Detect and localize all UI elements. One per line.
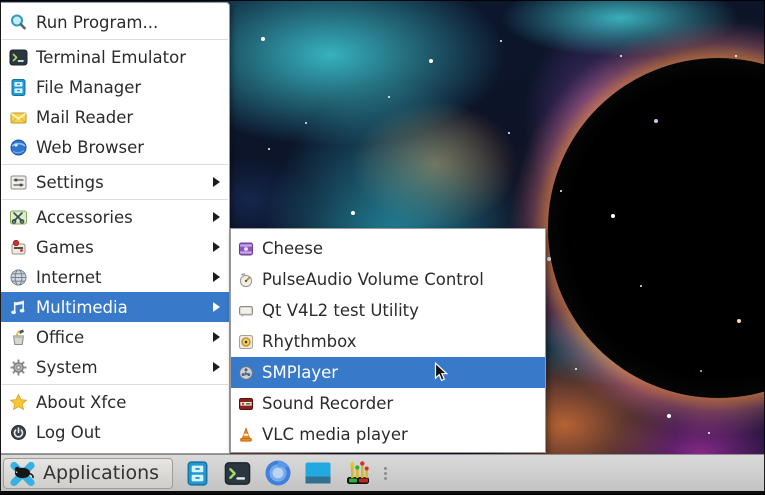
submenu-arrow-icon [213, 177, 220, 187]
file-manager-icon [184, 460, 211, 487]
submenu-arrow-icon [213, 302, 220, 312]
submenu-arrow-icon [213, 332, 220, 342]
menu-item-label: Terminal Emulator [36, 48, 220, 67]
run-program-icon [9, 13, 28, 32]
submenu-item-cheese[interactable]: Cheese [231, 233, 545, 264]
menu-item-log-out[interactable]: Log Out [1, 417, 229, 447]
menu-separator [2, 199, 228, 200]
desktop-icon [304, 459, 332, 487]
submenu-item-label: VLC media player [262, 425, 533, 444]
terminal-launcher[interactable] [222, 458, 253, 489]
terminal-icon [224, 460, 251, 487]
menu-item-label: Mail Reader [36, 108, 220, 127]
menu-item-mail-reader[interactable]: Mail Reader [1, 102, 229, 132]
menu-separator [2, 164, 228, 165]
menu-item-office[interactable]: Office [1, 322, 229, 352]
submenu-item-pulseaudio-volume-control[interactable]: PulseAudio Volume Control [231, 264, 545, 295]
menu-item-label: System [36, 358, 205, 377]
menu-item-label: Office [36, 328, 205, 347]
menu-item-internet[interactable]: Internet [1, 262, 229, 292]
submenu-item-sound-recorder[interactable]: Sound Recorder [231, 388, 545, 419]
cheese-icon [238, 241, 254, 257]
multimedia-submenu: Cheese PulseAudio Volume Control Qt V4L2… [230, 228, 546, 453]
accessories-icon [9, 208, 28, 227]
menu-separator [2, 384, 228, 385]
rhythmbox-icon [238, 334, 254, 350]
web-browser-icon [9, 138, 28, 157]
menu-item-label: Multimedia [36, 298, 205, 317]
file-manager-launcher[interactable] [182, 458, 213, 489]
menu-item-web-browser[interactable]: Web Browser [1, 132, 229, 162]
qt-v4l2-icon [238, 303, 254, 319]
games-icon [9, 238, 28, 257]
taskbar: Applications [0, 454, 765, 495]
pulseaudio-icon [238, 272, 254, 288]
settings-icon [9, 173, 28, 192]
terminal-icon [9, 48, 28, 67]
menu-item-settings[interactable]: Settings [1, 167, 229, 197]
chromium-icon [264, 459, 292, 487]
applications-button[interactable]: Applications [3, 458, 173, 489]
menu-item-label: Log Out [36, 423, 220, 442]
smplayer-icon [238, 365, 254, 381]
submenu-item-vlc-media-player[interactable]: VLC media player [231, 419, 545, 450]
submenu-item-label: SMPlayer [262, 363, 533, 382]
submenu-item-qt-v4l2-test-utility[interactable]: Qt V4L2 test Utility [231, 295, 545, 326]
menu-item-system[interactable]: System [1, 352, 229, 382]
menu-item-run-program[interactable]: Run Program... [1, 7, 229, 37]
menu-item-label: About Xfce [36, 393, 220, 412]
desktop: Run Program... Terminal Emulator File Ma… [0, 0, 765, 495]
applications-menu: Run Program... Terminal Emulator File Ma… [0, 2, 230, 454]
log-out-icon [9, 423, 28, 442]
multimedia-icon [9, 298, 28, 317]
submenu-item-label: Rhythmbox [262, 332, 533, 351]
sound-recorder-icon [238, 396, 254, 412]
submenu-item-label: Cheese [262, 239, 533, 258]
applications-button-label: Applications [43, 462, 159, 484]
mouse-cursor [434, 362, 450, 384]
menu-item-about-xfce[interactable]: About Xfce [1, 387, 229, 417]
submenu-arrow-icon [213, 212, 220, 222]
file-manager-icon [9, 78, 28, 97]
submenu-item-smplayer[interactable]: SMPlayer [231, 357, 545, 388]
panel-grip-handle[interactable] [384, 467, 387, 480]
submenu-item-rhythmbox[interactable]: Rhythmbox [231, 326, 545, 357]
internet-icon [9, 268, 28, 287]
menu-item-accessories[interactable]: Accessories [1, 202, 229, 232]
menu-item-terminal-emulator[interactable]: Terminal Emulator [1, 42, 229, 72]
submenu-arrow-icon [213, 242, 220, 252]
system-gear-icon [9, 358, 28, 377]
office-icon [9, 328, 28, 347]
vlc-icon [238, 427, 254, 443]
web-browser-launcher[interactable] [262, 458, 293, 489]
desktop-launcher[interactable] [302, 458, 333, 489]
submenu-item-label: PulseAudio Volume Control [262, 270, 533, 289]
pin-board-icon [344, 459, 372, 487]
menu-item-label: Internet [36, 268, 205, 287]
xfce-logo-icon [9, 460, 36, 487]
menu-item-label: Games [36, 238, 205, 257]
menu-item-games[interactable]: Games [1, 232, 229, 262]
menu-item-label: Accessories [36, 208, 205, 227]
submenu-arrow-icon [213, 272, 220, 282]
submenu-item-label: Sound Recorder [262, 394, 533, 413]
menu-separator [2, 39, 228, 40]
pin-board-launcher[interactable] [342, 458, 373, 489]
submenu-arrow-icon [213, 362, 220, 372]
menu-item-label: File Manager [36, 78, 220, 97]
menu-item-file-manager[interactable]: File Manager [1, 72, 229, 102]
mail-reader-icon [9, 108, 28, 127]
menu-item-label: Run Program... [36, 13, 220, 32]
menu-item-multimedia[interactable]: Multimedia [1, 292, 229, 322]
star-icon [9, 393, 28, 412]
menu-item-label: Web Browser [36, 138, 220, 157]
submenu-item-label: Qt V4L2 test Utility [262, 301, 533, 320]
menu-item-label: Settings [36, 173, 205, 192]
